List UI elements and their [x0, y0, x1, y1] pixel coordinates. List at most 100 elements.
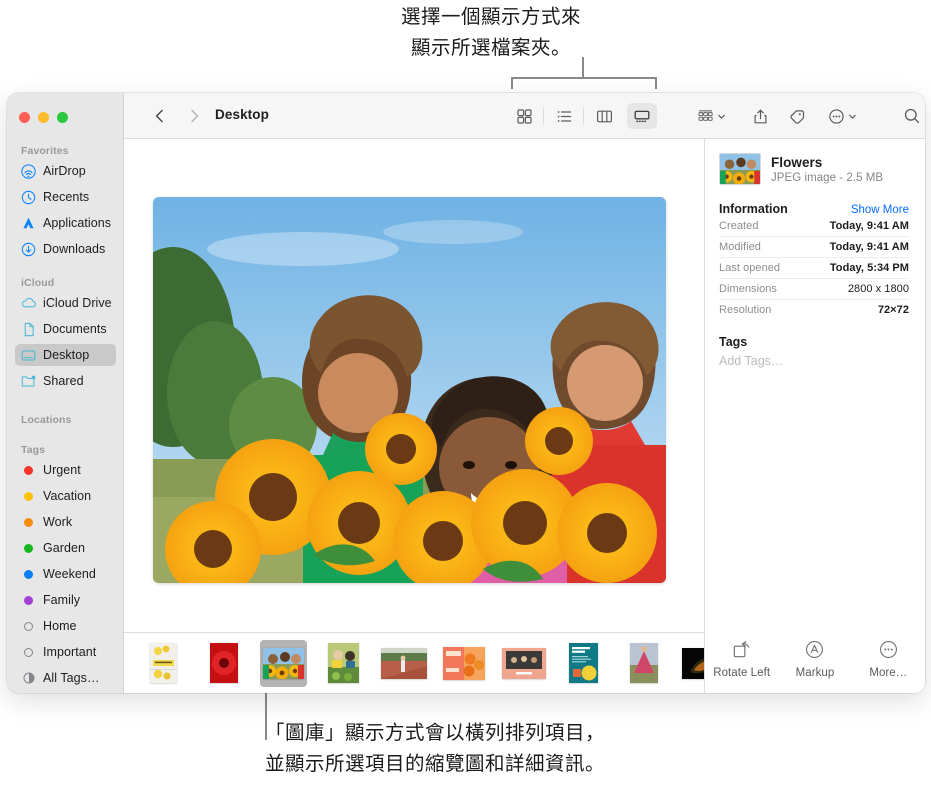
desktop-icon — [20, 347, 37, 364]
filmstrip-item-selected[interactable] — [260, 639, 307, 687]
sidebar-tag-home[interactable]: Home — [15, 615, 116, 637]
tag-dot-icon — [20, 514, 37, 531]
quick-action-label: Markup — [795, 667, 835, 679]
sidebar-item-applications[interactable]: Applications — [15, 212, 116, 234]
info-row-key: Created — [719, 220, 759, 232]
show-more-link[interactable]: Show More — [851, 204, 909, 216]
sidebar-item-label: Home — [43, 619, 77, 633]
group-by-button[interactable] — [691, 103, 731, 129]
info-row-value: 72×72 — [877, 304, 909, 316]
window-controls[interactable] — [19, 112, 68, 123]
finder-window: Favorites AirDrop Recents Applications D… — [7, 93, 925, 693]
filmstrip-item[interactable] — [560, 640, 607, 687]
thumbnail-red-flower — [209, 643, 238, 683]
chevron-down-icon — [717, 114, 725, 119]
path-title: Desktop — [215, 107, 269, 122]
chevron-down-icon — [848, 114, 856, 119]
applications-icon — [20, 215, 37, 232]
quick-actions: Rotate Left Markup More… — [705, 639, 925, 679]
filmstrip[interactable] — [124, 632, 704, 693]
more-button[interactable]: More… — [852, 639, 924, 679]
sidebar-tag-work[interactable]: Work — [15, 511, 116, 533]
preview-image[interactable] — [153, 197, 666, 583]
sidebar-tag-weekend[interactable]: Weekend — [15, 563, 116, 585]
sidebar-item-label: AirDrop — [43, 164, 86, 178]
filmstrip-item[interactable] — [320, 640, 367, 687]
thumbnail-garden-harvest — [328, 643, 359, 683]
sidebar-item-label: Downloads — [43, 242, 106, 256]
sidebar-item-label: Shared — [43, 374, 84, 388]
quick-action-label: Rotate Left — [713, 667, 771, 679]
file-thumbnail — [719, 153, 761, 185]
filmstrip-item[interactable] — [500, 640, 547, 687]
add-tags-field[interactable]: Add Tags… — [719, 354, 925, 368]
callout-bottom-leader — [265, 688, 267, 740]
info-panel: Flowers JPEG image - 2.5 MB Information … — [704, 139, 925, 693]
filmstrip-item[interactable] — [440, 640, 487, 687]
sidebar-item-downloads[interactable]: Downloads — [15, 238, 116, 260]
information-section-header: Information Show More — [705, 202, 925, 216]
forward-button[interactable] — [185, 107, 203, 125]
file-title-block: Flowers JPEG image - 2.5 MB — [771, 155, 883, 184]
info-row-last-opened: Last opened Today, 5:34 PM — [719, 258, 909, 279]
thumbnail-lemons-poster — [150, 643, 177, 683]
sidebar-item-label: Family — [43, 593, 81, 607]
sidebar-item-shared[interactable]: Shared — [15, 370, 116, 392]
sidebar-tag-family[interactable]: Family — [15, 589, 116, 611]
sidebar-tag-all-tags[interactable]: All Tags… — [15, 667, 116, 689]
tag-ring-icon — [20, 644, 37, 661]
sidebar-item-recents[interactable]: Recents — [15, 186, 116, 208]
filmstrip-item[interactable] — [140, 640, 187, 687]
rotate-left-button[interactable]: Rotate Left — [706, 639, 778, 679]
shared-folder-icon — [20, 373, 37, 390]
sidebar-header-icloud: iCloud — [21, 277, 55, 289]
filmstrip-item[interactable] — [380, 640, 427, 687]
preview-illustration — [153, 197, 666, 583]
info-row-value: Today, 9:41 AM — [829, 220, 909, 232]
sidebar-tag-important[interactable]: Important — [15, 641, 116, 663]
sidebar-item-label: Work — [43, 515, 73, 529]
info-row-resolution: Resolution 72×72 — [719, 300, 909, 320]
minimize-button[interactable] — [38, 112, 49, 123]
screenshot-root: 選擇一個顯示方式來 顯示所選檔案夾。 「圖庫」顯示方式會以橫列排列項目， 並顯示… — [0, 0, 931, 793]
information-title: Information — [719, 202, 788, 216]
filmstrip-item[interactable] — [200, 640, 247, 687]
back-button[interactable] — [151, 107, 169, 125]
sidebar-header-locations: Locations — [21, 414, 72, 426]
clock-icon — [20, 189, 37, 206]
markup-button[interactable]: Markup — [779, 639, 851, 679]
filmstrip-item[interactable] — [680, 640, 704, 687]
info-row-modified: Modified Today, 9:41 AM — [719, 237, 909, 258]
zoom-button[interactable] — [57, 112, 68, 123]
rotate-left-icon — [731, 639, 752, 660]
callout-top-leader-right-cap — [655, 77, 657, 89]
icon-view-button[interactable] — [510, 103, 538, 129]
toolbar: Desktop — [124, 93, 925, 139]
sidebar-tag-garden[interactable]: Garden — [15, 537, 116, 559]
sidebar-item-desktop[interactable]: Desktop — [15, 344, 116, 366]
thumbnail-group-photo-card — [501, 647, 546, 679]
file-name: Flowers — [771, 154, 823, 170]
callout-top-text: 選擇一個顯示方式來 顯示所選檔案夾。 — [400, 6, 581, 59]
thumbnail-runner-track — [380, 647, 427, 679]
sidebar-item-documents[interactable]: Documents — [15, 318, 116, 340]
close-button[interactable] — [19, 112, 30, 123]
edit-tags-button[interactable] — [783, 103, 811, 129]
info-row-value: Today, 9:41 AM — [829, 241, 909, 253]
gallery-view-button[interactable] — [627, 103, 657, 129]
sidebar-header-favorites: Favorites — [21, 145, 69, 157]
list-view-button[interactable] — [550, 103, 578, 129]
tag-dot-icon — [20, 462, 37, 479]
sidebar-item-icloud-drive[interactable]: iCloud Drive — [15, 292, 116, 314]
column-view-button[interactable] — [590, 103, 618, 129]
document-icon — [20, 321, 37, 338]
airdrop-icon — [20, 163, 37, 180]
sidebar-item-airdrop[interactable]: AirDrop — [15, 160, 116, 182]
more-actions-button[interactable] — [822, 103, 862, 129]
sidebar-item-label: Urgent — [43, 463, 81, 477]
filmstrip-item[interactable] — [620, 640, 667, 687]
share-button[interactable] — [746, 103, 774, 129]
sidebar-tag-urgent[interactable]: Urgent — [15, 459, 116, 481]
search-button[interactable] — [897, 103, 925, 129]
sidebar-tag-vacation[interactable]: Vacation — [15, 485, 116, 507]
